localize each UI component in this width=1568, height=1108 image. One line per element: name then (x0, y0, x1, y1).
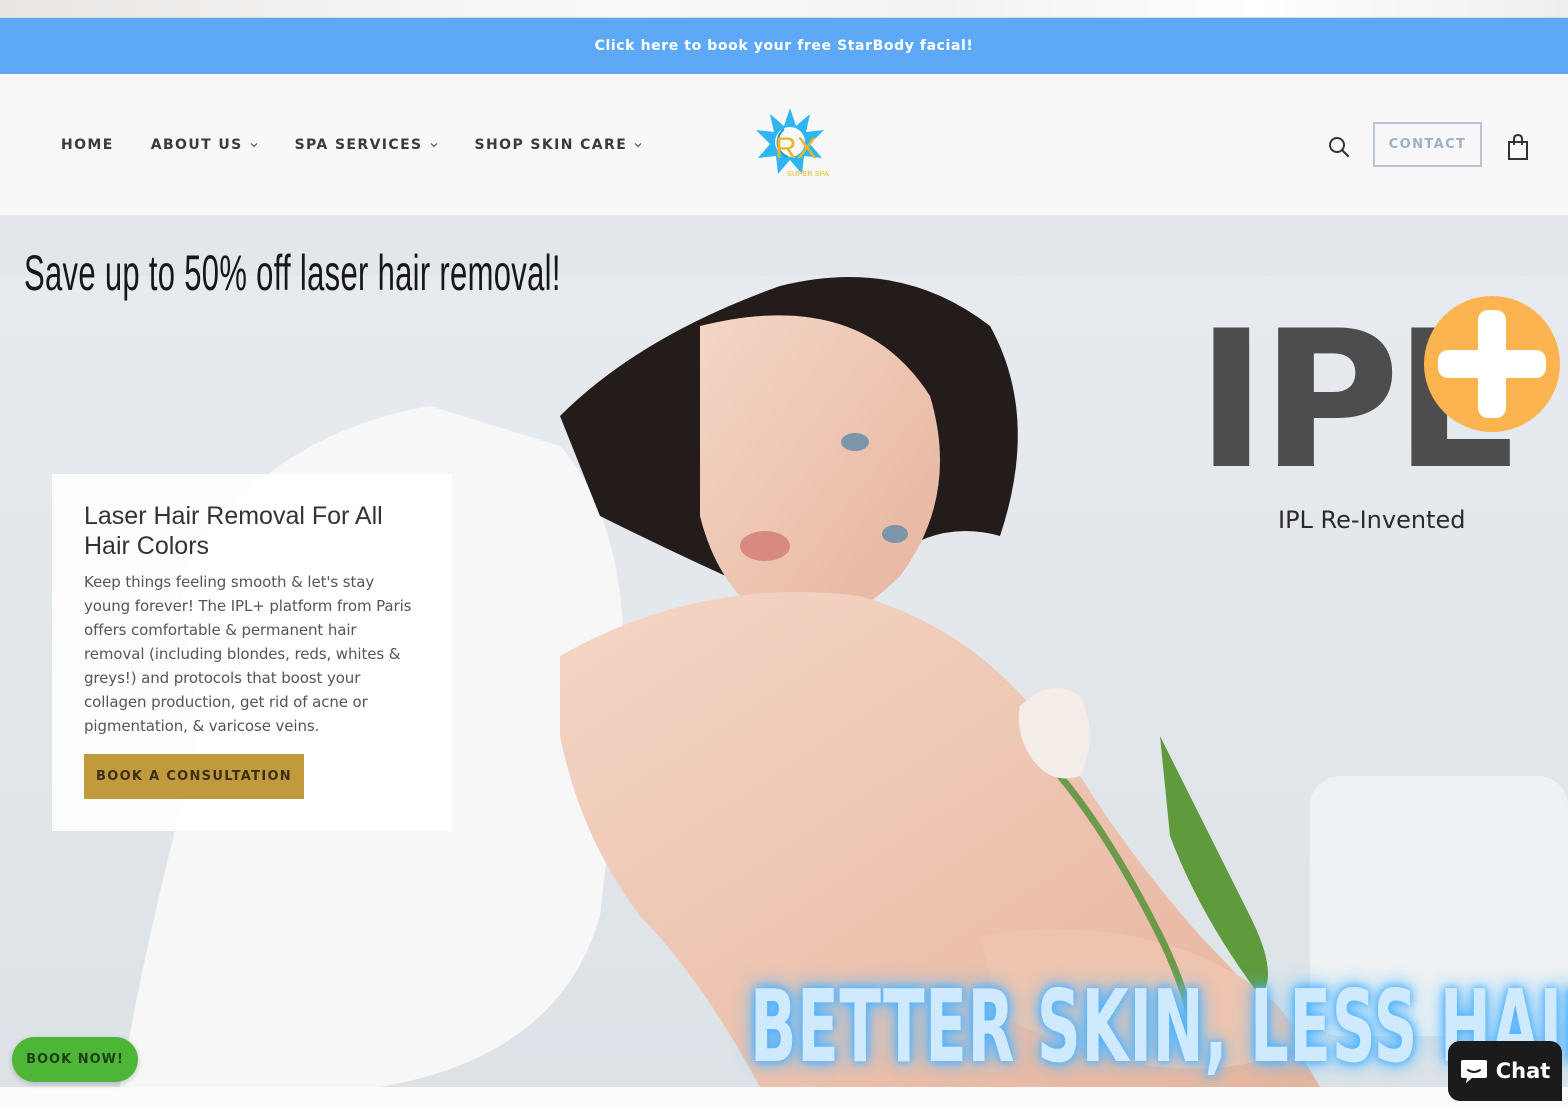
nav-item-shop-skin-care[interactable]: SHOP SKIN CARE (475, 137, 643, 153)
search-icon (1329, 137, 1350, 158)
chevron-down-icon (430, 141, 438, 149)
hero-headline: Save up to 50% off laser hair removal! (24, 245, 561, 301)
announcement-text[interactable]: Click here to book your free StarBody fa… (595, 38, 974, 54)
hero-info-card: Laser Hair Removal For All Hair Colors K… (52, 474, 452, 831)
contact-button[interactable]: CONTACT (1373, 122, 1482, 167)
book-now-label[interactable]: BOOK NOW! (26, 1052, 124, 1067)
logo-subtext: SUPER SPA (787, 169, 829, 178)
book-now-button[interactable]: BOOK NOW! (12, 1037, 138, 1082)
main-nav: HOME ABOUT US SPA SERVICES SHOP SKIN CAR… (61, 74, 679, 216)
site-header: HOME ABOUT US SPA SERVICES SHOP SKIN CAR… (0, 74, 1568, 216)
ipl-plus-logo: IPL (1196, 290, 1568, 511)
book-consultation-button[interactable]: BOOK A CONSULTATION (84, 754, 304, 799)
nav-item-home[interactable]: HOME (61, 137, 114, 153)
nav-item-label[interactable]: SHOP SKIN CARE (475, 137, 628, 153)
site-logo[interactable]: RX SUPER SPA (750, 106, 838, 184)
hero-slogan: BETTER SKIN, LESS HAIR! (750, 968, 1568, 1085)
ipl-tagline: IPL Re-Invented (1278, 506, 1466, 534)
chat-label[interactable]: Chat (1496, 1059, 1551, 1083)
contact-button-label[interactable]: CONTACT (1389, 137, 1467, 152)
announcement-bar[interactable]: Click here to book your free StarBody fa… (0, 18, 1568, 74)
hero-banner: Save up to 50% off laser hair removal! I… (0, 216, 1568, 1087)
chevron-down-icon (634, 141, 642, 149)
nav-item-label[interactable]: HOME (61, 137, 114, 153)
page: Click here to book your free StarBody fa… (0, 0, 1568, 1108)
cart-button[interactable] (1505, 133, 1531, 161)
nav-item-label[interactable]: ABOUT US (151, 137, 243, 153)
shopping-bag-icon (1508, 133, 1528, 160)
nav-item-spa-services[interactable]: SPA SERVICES (295, 137, 438, 153)
chevron-down-icon (250, 141, 258, 149)
card-title: Laser Hair Removal For All Hair Colors (84, 502, 383, 560)
nav-item-label[interactable]: SPA SERVICES (295, 137, 423, 153)
search-button[interactable] (1326, 134, 1352, 160)
consultation-button-label[interactable]: BOOK A CONSULTATION (96, 769, 292, 784)
nav-item-about-us[interactable]: ABOUT US (151, 137, 258, 153)
top-image-strip (0, 0, 1568, 18)
chat-bubble-icon (1460, 1060, 1487, 1083)
page-bottom-strip (0, 1087, 1568, 1108)
chat-button[interactable]: Chat (1448, 1041, 1562, 1101)
logo-mark: RX (775, 132, 817, 165)
card-body: Keep things feeling smooth & let's stay … (84, 573, 412, 735)
